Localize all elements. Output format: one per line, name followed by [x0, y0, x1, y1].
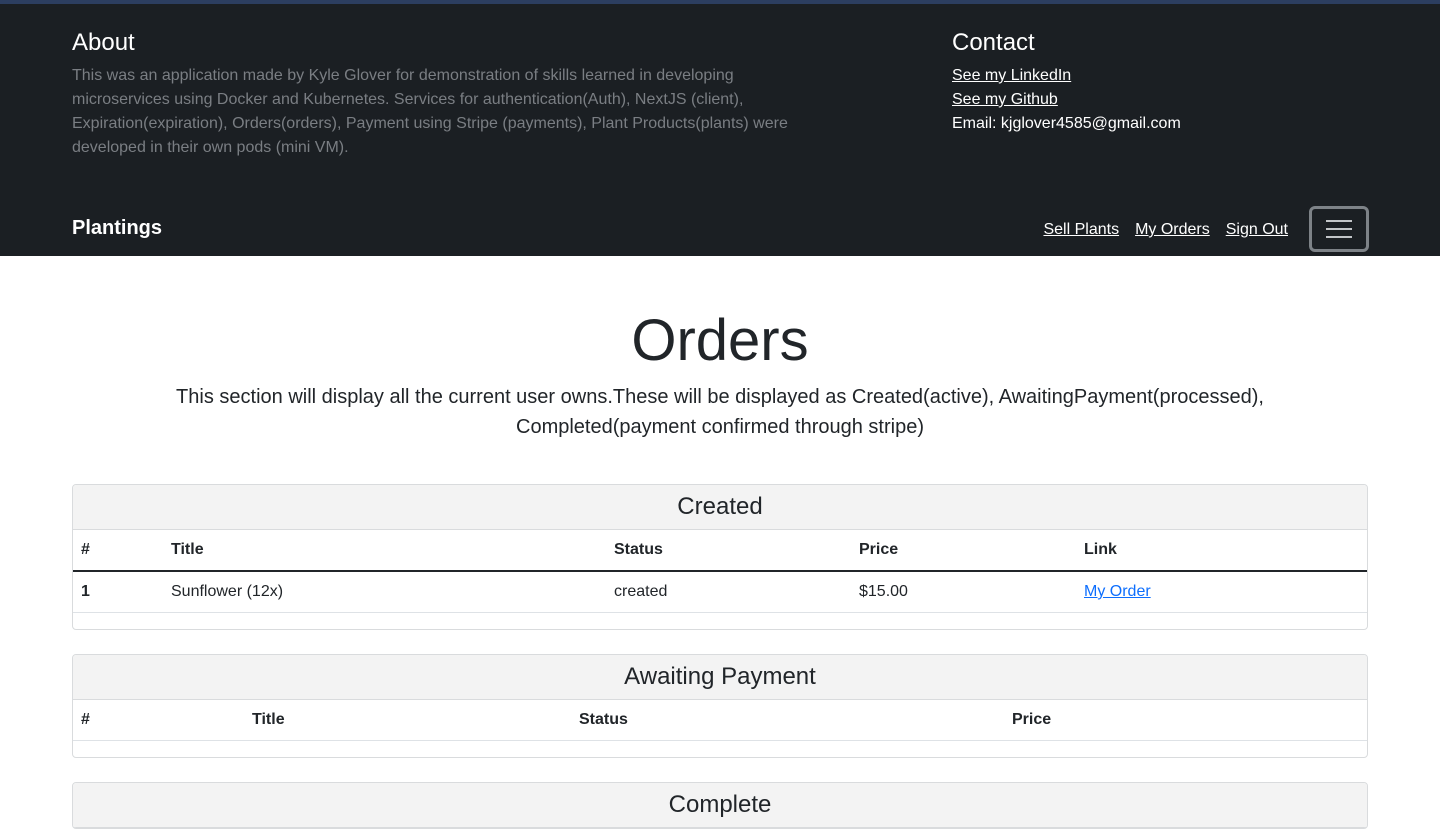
- about-text: This was an application made by Kyle Glo…: [72, 67, 788, 156]
- table-header-row: # Title Status Price: [73, 700, 1367, 741]
- order-index: 1: [73, 571, 163, 613]
- page-description: This section will display all the curren…: [176, 386, 1264, 438]
- nav-link-sign-out[interactable]: Sign Out: [1226, 218, 1288, 242]
- nav-links: Sell Plants My Orders Sign Out: [1043, 218, 1288, 242]
- linkedin-link[interactable]: See my LinkedIn: [952, 67, 1071, 84]
- github-link[interactable]: See my Github: [952, 91, 1058, 108]
- email-text: Email: kjglover4585@gmail.com: [952, 115, 1181, 132]
- column-header: Status: [606, 530, 851, 572]
- top-navbar: About This was an application made by Ky…: [0, 0, 1440, 256]
- main-content: Orders This section will display all the…: [0, 256, 1440, 442]
- contact-heading: Contact: [952, 29, 1035, 56]
- column-header: Title: [163, 530, 606, 572]
- order-status: created: [606, 571, 851, 613]
- column-header: #: [73, 700, 244, 741]
- created-orders-table: # Title Status Price Link 1 Sunflower (1…: [73, 530, 1367, 629]
- complete-orders-card: Complete: [72, 782, 1368, 829]
- about-section: About This was an application made by Ky…: [72, 28, 832, 160]
- created-card-header: Created: [73, 485, 1367, 530]
- column-header: Title: [244, 700, 571, 741]
- hamburger-icon: [1326, 220, 1352, 222]
- column-header: Status: [571, 700, 1004, 741]
- table-header-row: # Title Status Price Link: [73, 530, 1367, 572]
- column-header: #: [73, 530, 163, 572]
- navbar-toggler-button[interactable]: [1309, 206, 1369, 252]
- nav-link-my-orders[interactable]: My Orders: [1135, 218, 1210, 242]
- page-title: Orders: [631, 308, 809, 373]
- about-heading: About: [72, 29, 135, 56]
- column-header: Link: [1076, 530, 1367, 572]
- column-header: Price: [851, 530, 1076, 572]
- column-header: Price: [1004, 700, 1367, 741]
- table-row: 1 Sunflower (12x) created $15.00 My Orde…: [73, 571, 1367, 613]
- order-link[interactable]: My Order: [1084, 583, 1151, 600]
- awaiting-payment-table: # Title Status Price: [73, 700, 1367, 757]
- complete-card-header: Complete: [73, 783, 1367, 828]
- contact-section: Contact See my LinkedIn See my Github Em…: [952, 28, 1181, 136]
- awaiting-payment-card: Awaiting Payment # Title Status Price: [72, 654, 1368, 758]
- order-price: $15.00: [851, 571, 1076, 613]
- nav-link-sell-plants[interactable]: Sell Plants: [1043, 218, 1119, 242]
- brand-logo[interactable]: Plantings: [72, 214, 162, 242]
- created-orders-card: Created # Title Status Price Link 1 Sunf…: [72, 484, 1368, 630]
- awaiting-card-header: Awaiting Payment: [73, 655, 1367, 700]
- contact-list: See my LinkedIn See my Github Email: kjg…: [952, 64, 1181, 136]
- order-title: Sunflower (12x): [163, 571, 606, 613]
